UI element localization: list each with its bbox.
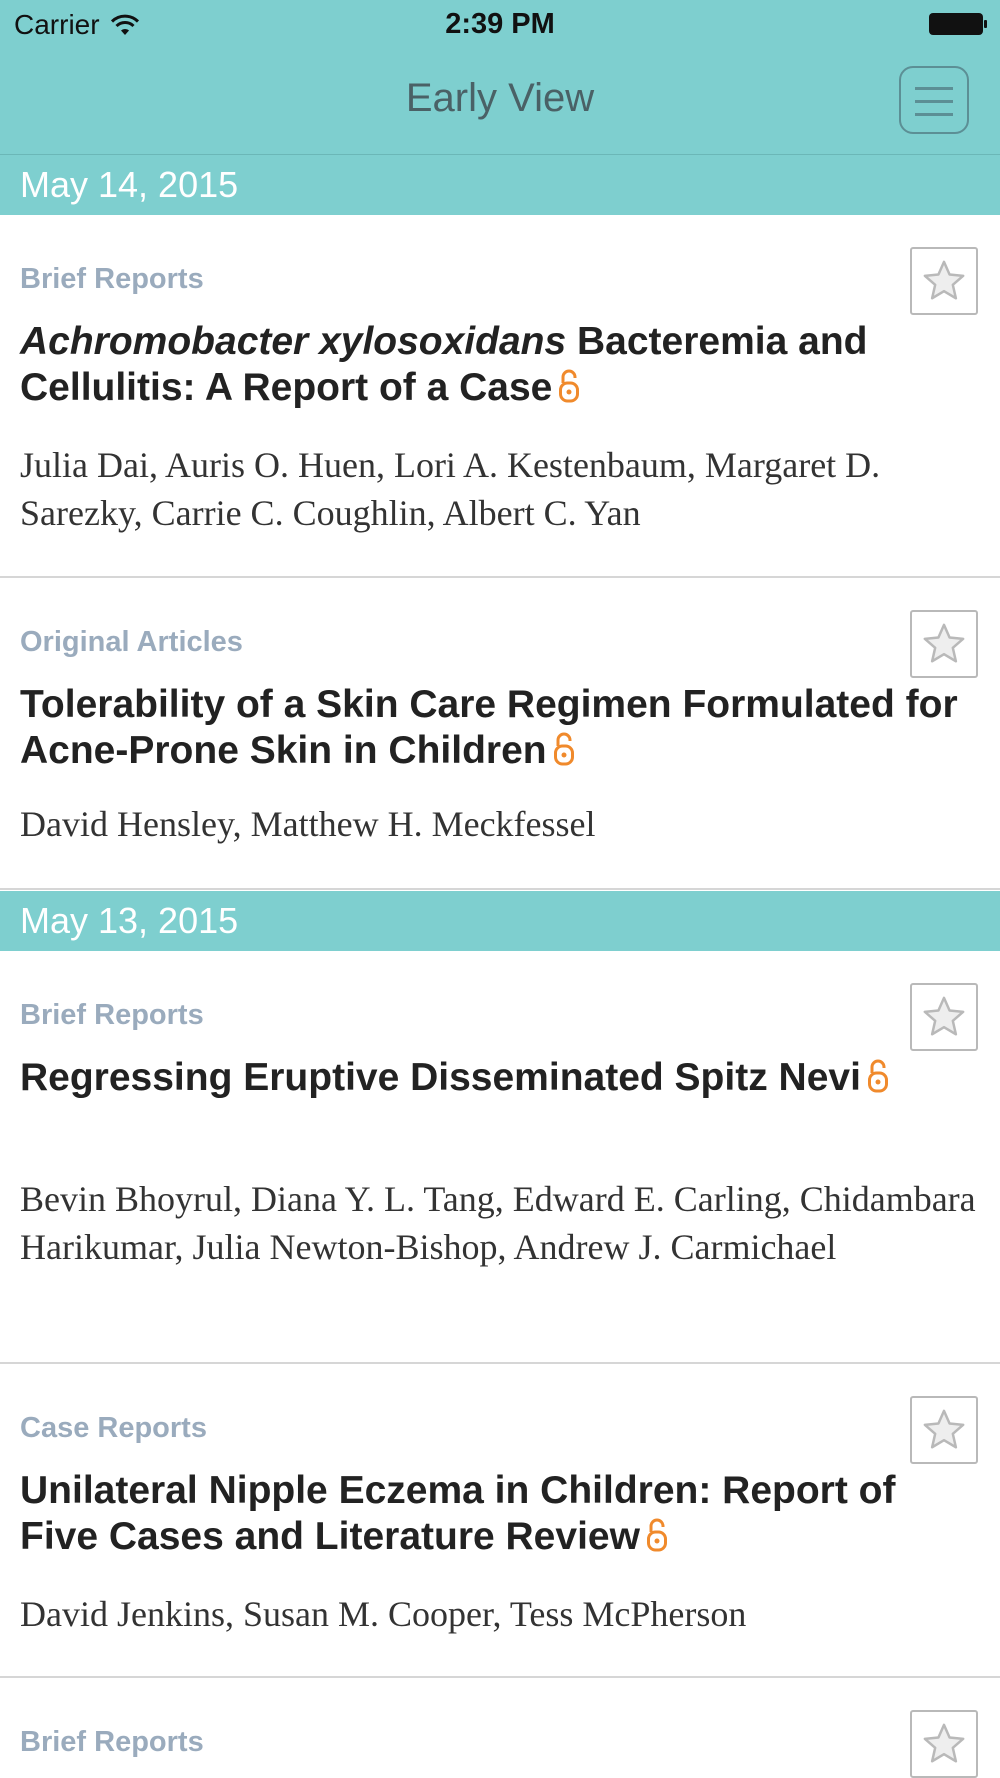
- menu-button[interactable]: [899, 66, 969, 134]
- open-lock-icon: [646, 1518, 667, 1552]
- favorite-button[interactable]: [910, 1710, 978, 1778]
- article-authors: Julia Dai, Auris O. Huen, Lori A. Kesten…: [20, 445, 881, 533]
- article-authors: Bevin Bhoyrul, Diana Y. L. Tang, Edward …: [20, 1179, 976, 1267]
- article-item[interactable]: Brief Reports Achromobacter xylosoxidans…: [0, 215, 1000, 578]
- article-authors: David Hensley, Matthew H. Meckfessel: [20, 804, 596, 844]
- article-title-italic: Achromobacter xylosoxidans: [20, 320, 567, 363]
- article-title[interactable]: Regressing Eruptive Disseminated Spitz N…: [20, 1055, 970, 1101]
- article-title[interactable]: Tolerability of a Skin Care Regimen Form…: [20, 682, 970, 774]
- hamburger-menu-icon-line: [915, 100, 953, 103]
- article-item[interactable]: Brief Reports Regressing Eruptive Dissem…: [0, 951, 1000, 1364]
- favorite-button[interactable]: [910, 247, 978, 315]
- battery-icon: [929, 13, 987, 35]
- star-icon: [923, 260, 965, 300]
- article-item[interactable]: Brief Reports: [0, 1678, 1000, 1778]
- article-title[interactable]: Unilateral Nipple Eczema in Children: Re…: [20, 1468, 970, 1560]
- navigation-bar: Early View: [0, 50, 1000, 155]
- date-section-header: May 13, 2015: [0, 891, 1000, 951]
- article-item[interactable]: Case Reports Unilateral Nipple Eczema in…: [0, 1364, 1000, 1678]
- star-icon: [923, 1723, 965, 1763]
- article-item[interactable]: Original Articles Tolerability of a Skin…: [0, 578, 1000, 890]
- status-bar: Carrier 2:39 PM: [0, 0, 1000, 50]
- date-section-header: May 14, 2015: [0, 155, 1000, 215]
- hamburger-menu-icon-line: [915, 113, 953, 116]
- open-lock-icon: [867, 1059, 888, 1093]
- star-icon: [923, 1409, 965, 1449]
- article-category: Case Reports: [20, 1412, 207, 1444]
- article-title-text: Unilateral Nipple Eczema in Children: Re…: [20, 1469, 896, 1558]
- article-title[interactable]: Achromobacter xylosoxidans Bacteremia an…: [20, 319, 970, 411]
- hamburger-menu-icon: [915, 87, 953, 90]
- status-time: 2:39 PM: [445, 8, 555, 40]
- article-authors: David Jenkins, Susan M. Cooper, Tess McP…: [20, 1594, 747, 1634]
- favorite-button[interactable]: [910, 610, 978, 678]
- article-category: Brief Reports: [20, 263, 204, 295]
- favorite-button[interactable]: [910, 1396, 978, 1464]
- open-lock-icon: [559, 369, 580, 403]
- favorite-button[interactable]: [910, 983, 978, 1051]
- article-category: Brief Reports: [20, 1726, 204, 1758]
- article-title-text: Regressing Eruptive Disseminated Spitz N…: [20, 1056, 861, 1099]
- article-category: Original Articles: [20, 626, 243, 658]
- article-category: Brief Reports: [20, 999, 204, 1031]
- page-title: Early View: [405, 76, 595, 120]
- article-title-text: Tolerability of a Skin Care Regimen Form…: [20, 683, 958, 772]
- star-icon: [923, 623, 965, 663]
- open-lock-icon: [553, 732, 574, 766]
- star-icon: [923, 996, 965, 1036]
